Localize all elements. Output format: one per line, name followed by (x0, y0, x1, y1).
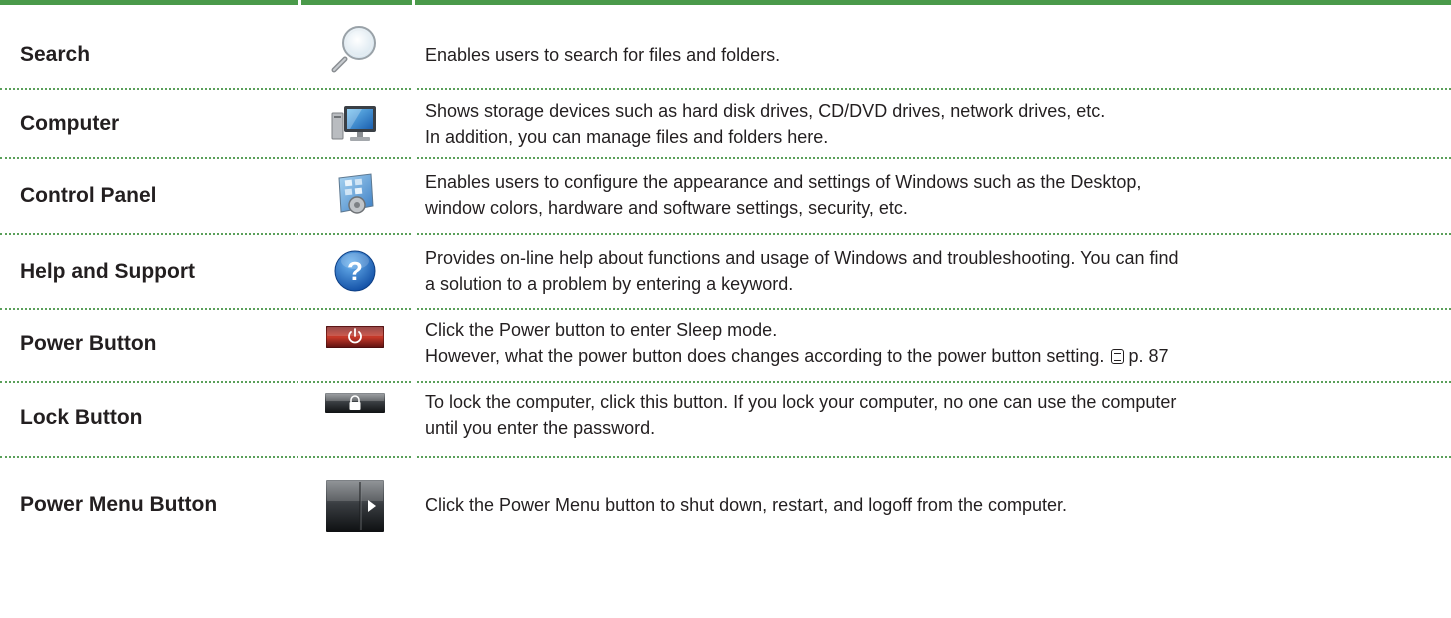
row-description: Provides on-line help about functions an… (425, 248, 1179, 294)
row-description: Enables users to configure the appearanc… (425, 172, 1142, 218)
computer-icon (300, 102, 410, 146)
lock-button-icon (300, 391, 410, 415)
magnifier-icon (300, 23, 410, 73)
row-description: Click the Power button to enter Sleep mo… (425, 320, 1169, 366)
control-panel-icon (300, 171, 410, 219)
row-name: Computer (20, 112, 120, 135)
row-name: Power Menu Button (20, 493, 218, 516)
row-description: Click the Power Menu button to shut down… (425, 495, 1068, 515)
row-computer: Computer Shows storage devices such as h… (0, 90, 1451, 157)
row-name: Power Button (20, 332, 157, 355)
page-reference-icon (1111, 349, 1125, 364)
row-search: Search Enables users to search for files… (0, 5, 1451, 88)
power-menu-arrow-icon (300, 480, 410, 532)
row-name: Lock Button (20, 406, 143, 429)
row-name: Help and Support (20, 260, 195, 283)
power-button-icon (300, 324, 410, 350)
row-help-and-support: Help and Support ? Provides on-line help… (0, 235, 1451, 308)
row-name: Search (20, 43, 91, 66)
svg-text:?: ? (347, 256, 363, 286)
row-description: Shows storage devices such as hard disk … (425, 101, 1106, 147)
row-name: Control Panel (20, 184, 157, 207)
row-control-panel: Control Panel Enables users to configure… (0, 159, 1451, 233)
row-power-menu-button: Power Menu Button Click the Power Menu b… (0, 458, 1451, 548)
row-description: Enables users to search for files and fo… (425, 45, 781, 65)
row-power-button: Power Button Click the Power button to e… (0, 310, 1451, 381)
row-lock-button: Lock Button To lock the computer, click … (0, 383, 1451, 456)
row-description: To lock the computer, click this button.… (425, 392, 1177, 438)
help-icon: ? (300, 247, 410, 295)
page-reference: p. 87 (1128, 346, 1169, 366)
